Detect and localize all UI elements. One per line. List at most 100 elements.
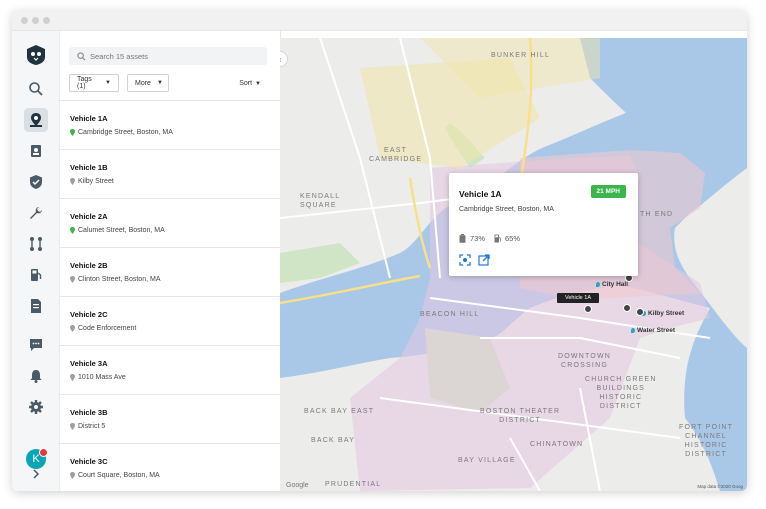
poi-label: City Hall xyxy=(602,281,629,288)
asset-location-text: 1010 Mass Ave xyxy=(78,374,126,381)
map-label-bay-village: BAY VILLAGE xyxy=(458,457,516,464)
location-pin-icon xyxy=(70,178,75,185)
asset-location: Calumet Street, Boston, MA xyxy=(70,227,165,234)
map-view[interactable]: ‹ BUNKER HILL EAST CAMBRIDGE KENDALL SQU… xyxy=(280,38,747,491)
chevron-down-icon: ▼ xyxy=(255,81,261,87)
map-label-beacon-hill: BEACON HILL xyxy=(420,311,480,318)
list-item[interactable]: Vehicle 3A 1010 Mass Ave xyxy=(60,346,280,395)
location-pin-icon xyxy=(70,423,75,430)
location-pin-icon xyxy=(70,276,75,283)
tags-filter-button[interactable]: Tags (1) ▼ xyxy=(69,74,119,92)
focus-target-icon[interactable] xyxy=(459,254,471,266)
list-item[interactable]: Vehicle 2A Calumet Street, Boston, MA xyxy=(60,199,280,248)
popup-title: Vehicle 1A xyxy=(459,189,502,199)
list-item[interactable]: Vehicle 2B Clinton Street, Boston, MA xyxy=(60,248,280,297)
battery-icon xyxy=(459,234,466,243)
asset-location-text: Calumet Street, Boston, MA xyxy=(78,227,165,234)
bell-icon[interactable] xyxy=(24,364,48,388)
map-label-back-bay: BACK BAY xyxy=(311,437,356,444)
poi-pin-icon xyxy=(596,282,600,287)
app-window: K Tags (1)▼ More▼ Sort▼ Vehicle 1A Cambr… xyxy=(12,10,747,491)
window-titlebar xyxy=(12,10,747,31)
open-external-icon[interactable] xyxy=(478,254,490,266)
poi-kilby-street[interactable]: Kilby Street xyxy=(642,310,684,317)
vehicle-marker[interactable] xyxy=(636,308,644,316)
wrench-icon[interactable] xyxy=(24,201,48,225)
poi-water-street[interactable]: Water Street xyxy=(631,327,675,334)
vehicle-marker[interactable] xyxy=(584,305,592,313)
battery-value: 73% xyxy=(470,234,486,243)
shield-check-icon[interactable] xyxy=(24,170,48,194)
search-bar[interactable] xyxy=(69,47,267,65)
window-maximize-dot[interactable] xyxy=(43,17,50,24)
fuel-icon xyxy=(494,234,501,243)
location-pin-icon xyxy=(70,325,75,332)
message-icon[interactable] xyxy=(24,333,48,357)
map-pin-icon[interactable] xyxy=(24,108,48,132)
asset-name: Vehicle 2A xyxy=(70,212,108,221)
asset-location-text: Cambridge Street, Boston, MA xyxy=(78,129,173,136)
more-filter-label: More xyxy=(135,79,151,87)
asset-location: Clinton Street, Boston, MA xyxy=(70,276,160,283)
asset-list: Vehicle 1A Cambridge Street, Boston, MA … xyxy=(60,100,280,491)
gear-icon[interactable] xyxy=(24,395,48,419)
location-pin-icon xyxy=(70,374,75,381)
battery-stat: 73% xyxy=(459,234,485,243)
document-icon[interactable] xyxy=(24,294,48,318)
map-label-downtown-crossing: DOWNTOWN CROSSING xyxy=(558,353,612,369)
app-logo-icon[interactable] xyxy=(26,44,46,66)
asset-location-text: District 5 xyxy=(78,423,106,430)
sort-label: Sort xyxy=(239,80,253,87)
asset-location: Kilby Street xyxy=(70,178,114,185)
location-pin-icon xyxy=(70,472,75,479)
poi-city-hall[interactable]: City Hall xyxy=(596,281,628,288)
location-pin-icon xyxy=(70,129,75,136)
map-label-fort-point: FORT POINT CHANNEL HISTORIC DISTRICT xyxy=(679,424,734,458)
window-close-dot[interactable] xyxy=(21,17,28,24)
list-item[interactable]: Vehicle 1B Kilby Street xyxy=(60,150,280,199)
vehicle-marker[interactable] xyxy=(623,304,631,312)
window-minimize-dot[interactable] xyxy=(32,17,39,24)
id-badge-icon[interactable] xyxy=(24,139,48,163)
map-label-chinatown: CHINATOWN xyxy=(530,441,584,448)
list-item[interactable]: Vehicle 3B District 5 xyxy=(60,395,280,444)
list-item[interactable]: Vehicle 3C Court Square, Boston, MA xyxy=(60,444,280,491)
asset-name: Vehicle 2C xyxy=(70,310,108,319)
map-label-east-cambridge: EAST CAMBRIDGE xyxy=(369,147,423,163)
asset-location-text: Code Enforcement xyxy=(78,325,137,332)
map-label-back-bay-east: BACK BAY EAST xyxy=(304,408,375,415)
search-input[interactable] xyxy=(90,51,260,61)
asset-location: District 5 xyxy=(70,423,105,430)
expand-chevron-icon[interactable] xyxy=(24,462,48,486)
more-filter-button[interactable]: More ▼ xyxy=(127,74,169,92)
asset-location: Code Enforcement xyxy=(70,325,136,332)
asset-location-text: Kilby Street xyxy=(78,178,114,185)
asset-location: Cambridge Street, Boston, MA xyxy=(70,129,173,136)
chevron-down-icon: ▼ xyxy=(105,80,111,86)
asset-name: Vehicle 3B xyxy=(70,408,108,417)
search-icon[interactable] xyxy=(24,77,48,101)
map-label-prudential: PRUDENTIAL xyxy=(325,481,382,488)
asset-location: Court Square, Boston, MA xyxy=(70,472,160,479)
map-attribution: Map data ©2020 Goog xyxy=(697,484,743,489)
asset-name: Vehicle 1B xyxy=(70,163,108,172)
chevron-down-icon: ▼ xyxy=(156,80,163,86)
vehicle-popup: Vehicle 1A 21 MPH Cambridge Street, Bost… xyxy=(449,173,638,276)
notification-badge xyxy=(39,448,48,457)
google-logo: Google xyxy=(286,482,309,489)
asset-list-panel: Tags (1)▼ More▼ Sort▼ Vehicle 1A Cambrid… xyxy=(60,31,281,491)
sort-dropdown[interactable]: Sort ▼ xyxy=(239,80,261,87)
map-label-north-end: TH END xyxy=(640,211,674,218)
search-icon xyxy=(77,51,86,60)
speed-badge: 21 MPH xyxy=(590,185,626,198)
asset-location-text: Court Square, Boston, MA xyxy=(78,472,160,479)
map-label-church-green: CHURCH GREEN BUILDINGS HISTORIC DISTRICT xyxy=(585,376,657,410)
list-item[interactable]: Vehicle 2C Code Enforcement xyxy=(60,297,280,346)
location-pin-icon xyxy=(70,227,75,234)
poi-label: Kilby Street xyxy=(648,310,685,317)
asset-name: Vehicle 3A xyxy=(70,359,108,368)
fuel-pump-icon[interactable] xyxy=(24,263,48,287)
list-item[interactable]: Vehicle 1A Cambridge Street, Boston, MA xyxy=(60,101,280,150)
route-icon[interactable] xyxy=(24,232,48,256)
poi-label: Water Street xyxy=(637,327,676,334)
